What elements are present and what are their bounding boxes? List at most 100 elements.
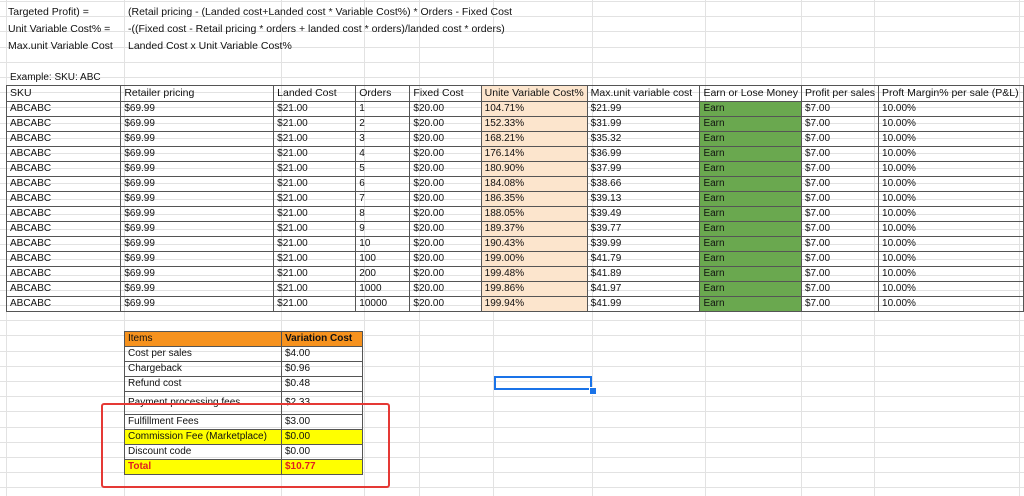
table-cell[interactable]: $20.00 (409, 206, 482, 222)
table-cell[interactable]: $7.00 (800, 281, 880, 297)
table-cell[interactable]: Earn (699, 131, 802, 147)
table-cell[interactable]: $7.00 (800, 266, 880, 282)
table-cell[interactable]: $20.00 (409, 266, 482, 282)
table-cell[interactable]: $20.00 (409, 251, 482, 267)
table-cell[interactable]: 199.86% (480, 281, 588, 297)
table-cell[interactable]: $20.00 (409, 191, 482, 207)
table-cell[interactable]: $41.79 (586, 251, 701, 267)
table-cell[interactable]: 10 (355, 236, 411, 252)
table-cell[interactable]: $21.00 (273, 266, 357, 282)
table-cell[interactable]: 189.37% (480, 221, 588, 237)
table-cell[interactable]: Earn (699, 236, 802, 252)
table-cell[interactable]: ABCABC (5, 146, 122, 162)
table-cell[interactable]: Earn (699, 191, 802, 207)
table-cell[interactable]: $7.00 (800, 161, 880, 177)
table-cell[interactable]: $21.00 (273, 281, 357, 297)
formula-label-2[interactable]: Unit Variable Cost% = (8, 22, 110, 37)
table-cell[interactable]: $7.00 (800, 101, 880, 117)
table-cell[interactable]: $20.00 (409, 146, 482, 162)
table-cell[interactable]: $37.99 (586, 161, 701, 177)
table-cell[interactable]: $69.99 (120, 206, 275, 222)
fee-cost-cell[interactable]: $0.96 (281, 361, 363, 377)
table-cell[interactable]: $69.99 (120, 161, 275, 177)
table-cell[interactable]: $69.99 (120, 221, 275, 237)
table-cell[interactable]: 4 (355, 146, 411, 162)
column-header[interactable]: Orders (355, 85, 411, 102)
fee-cost-cell[interactable]: $4.00 (281, 346, 363, 362)
column-header[interactable]: SKU (5, 85, 122, 102)
table-cell[interactable]: 8 (355, 206, 411, 222)
column-header[interactable]: Proft Margin% per sale (P&L) (878, 85, 1024, 102)
column-header[interactable]: Retailer pricing (120, 85, 275, 102)
table-cell[interactable]: $38.66 (586, 176, 701, 192)
table-cell[interactable]: $39.13 (586, 191, 701, 207)
table-cell[interactable]: $20.00 (409, 101, 482, 117)
table-cell[interactable]: $20.00 (409, 281, 482, 297)
table-cell[interactable]: Earn (699, 296, 802, 312)
table-cell[interactable]: 7 (355, 191, 411, 207)
table-cell[interactable]: $7.00 (800, 131, 880, 147)
fee-cost-cell[interactable]: $0.48 (281, 376, 363, 392)
table-cell[interactable]: 180.90% (480, 161, 588, 177)
formula-expr-3[interactable]: Landed Cost x Unit Variable Cost% (128, 39, 292, 54)
fee-item-cell[interactable]: Chargeback (124, 361, 282, 377)
table-cell[interactable]: 2 (355, 116, 411, 132)
table-cell[interactable]: 168.21% (480, 131, 588, 147)
table-cell[interactable]: 188.05% (480, 206, 588, 222)
formula-label-3[interactable]: Max.unit Variable Cost (8, 39, 113, 54)
table-cell[interactable]: 10.00% (878, 131, 1024, 147)
table-cell[interactable]: 10.00% (878, 146, 1024, 162)
table-cell[interactable]: 10.00% (878, 236, 1024, 252)
table-cell[interactable]: $7.00 (800, 146, 880, 162)
fill-handle[interactable] (589, 387, 597, 395)
table-cell[interactable]: $7.00 (800, 251, 880, 267)
table-cell[interactable]: $21.00 (273, 221, 357, 237)
table-cell[interactable]: $21.00 (273, 191, 357, 207)
table-cell[interactable]: $35.32 (586, 131, 701, 147)
table-cell[interactable]: $7.00 (800, 296, 880, 312)
table-cell[interactable]: ABCABC (5, 101, 122, 117)
table-cell[interactable]: 176.14% (480, 146, 588, 162)
table-cell[interactable]: $20.00 (409, 296, 482, 312)
table-cell[interactable]: $39.77 (586, 221, 701, 237)
table-cell[interactable]: 10.00% (878, 251, 1024, 267)
column-header[interactable]: Earn or Lose Money (699, 85, 802, 102)
fee-item-cell[interactable]: Refund cost (124, 376, 282, 392)
table-cell[interactable]: 6 (355, 176, 411, 192)
table-cell[interactable]: ABCABC (5, 266, 122, 282)
table-cell[interactable]: ABCABC (5, 251, 122, 267)
table-cell[interactable]: $69.99 (120, 266, 275, 282)
table-cell[interactable]: 10.00% (878, 221, 1024, 237)
table-cell[interactable]: ABCABC (5, 176, 122, 192)
table-cell[interactable]: $7.00 (800, 236, 880, 252)
table-cell[interactable]: $69.99 (120, 251, 275, 267)
table-cell[interactable]: $31.99 (586, 116, 701, 132)
column-header[interactable]: Max.unit variable cost (586, 85, 701, 102)
table-cell[interactable]: $21.00 (273, 116, 357, 132)
table-cell[interactable]: $20.00 (409, 116, 482, 132)
table-cell[interactable]: $21.00 (273, 146, 357, 162)
table-cell[interactable]: Earn (699, 146, 802, 162)
selected-cell[interactable] (494, 376, 592, 390)
table-cell[interactable]: $69.99 (120, 101, 275, 117)
table-cell[interactable]: ABCABC (5, 191, 122, 207)
table-cell[interactable]: 9 (355, 221, 411, 237)
table-cell[interactable]: $21.00 (273, 296, 357, 312)
table-cell[interactable]: $20.00 (409, 131, 482, 147)
example-label[interactable]: Example: SKU: ABC (10, 70, 101, 85)
table-cell[interactable]: ABCABC (5, 206, 122, 222)
table-cell[interactable]: $20.00 (409, 161, 482, 177)
table-cell[interactable]: $69.99 (120, 296, 275, 312)
table-cell[interactable]: 10.00% (878, 281, 1024, 297)
table-cell[interactable]: 10.00% (878, 116, 1024, 132)
formula-label-1[interactable]: Targeted Profit) = (8, 5, 89, 20)
table-cell[interactable]: 190.43% (480, 236, 588, 252)
table-cell[interactable]: Earn (699, 281, 802, 297)
fees-column-header[interactable]: Items (124, 331, 282, 347)
table-cell[interactable]: ABCABC (5, 161, 122, 177)
table-cell[interactable]: 1000 (355, 281, 411, 297)
table-cell[interactable]: $20.00 (409, 236, 482, 252)
table-cell[interactable]: ABCABC (5, 131, 122, 147)
table-cell[interactable]: $21.00 (273, 236, 357, 252)
table-cell[interactable]: Earn (699, 101, 802, 117)
